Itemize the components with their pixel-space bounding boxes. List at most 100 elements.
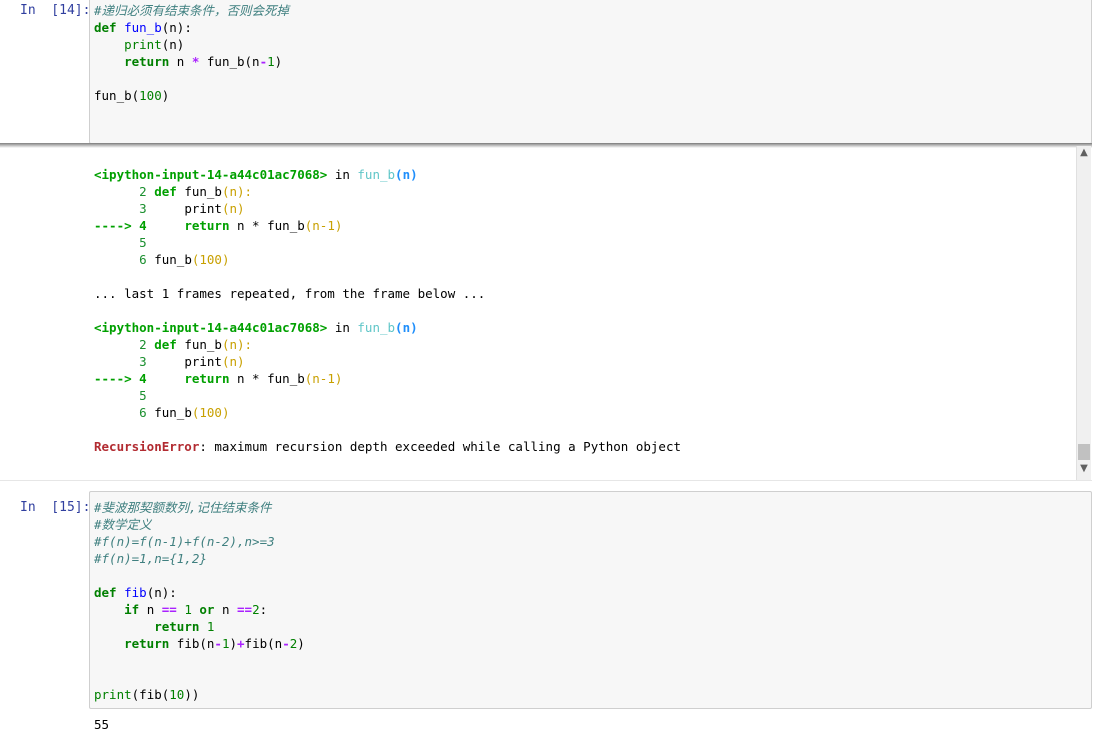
line-code: n * fun_b: [229, 371, 305, 386]
operator-minus: -: [259, 54, 268, 69]
line-keyword: def: [154, 337, 177, 352]
code-line-comment: #递归必须有结束条件，否则会死掉: [94, 2, 289, 19]
code-line-comment3: #f(n)=f(n-1)+f(n-2),n>=3: [94, 533, 275, 550]
line-number-arrow: ----> 4: [94, 218, 147, 233]
code-line-comment4: #f(n)=1,n={1,2}: [94, 550, 207, 567]
def-args: (n):: [146, 585, 177, 600]
return-close: ): [274, 54, 283, 69]
code-line-comment2: #数学定义: [94, 516, 152, 533]
traceback-args: (n): [395, 320, 418, 335]
function-name: fib: [124, 585, 147, 600]
traceback-line: 2 def fun_b(n):: [94, 336, 252, 353]
operator-eq: ==: [237, 602, 253, 617]
traceback-in: in: [327, 320, 358, 335]
line-paren: (n): [221, 354, 245, 369]
fib-call2: fib(n: [244, 636, 283, 651]
scroll-thumb[interactable]: [1078, 444, 1090, 460]
line-number: 2: [94, 337, 147, 352]
return-number: 1: [199, 619, 215, 634]
line-paren: (n-1): [304, 371, 343, 386]
line-paren: (n):: [221, 337, 253, 352]
line-number: 5: [94, 388, 147, 403]
code-line-comment1: #斐波那契额数列,记住结束条件: [94, 499, 272, 516]
code-line-return2: return fib(n-1)+fib(n-2): [94, 635, 305, 652]
code-line-def: def fib(n):: [94, 584, 177, 601]
cell-prompt-15: In [15]:: [20, 500, 91, 515]
cell-prompt-14: In [14]:: [20, 3, 91, 18]
traceback-header: <ipython-input-14-a44c01ac7068> in fun_b…: [94, 166, 418, 183]
code-line-return: return n * fun_b(n-1): [94, 53, 282, 70]
if-n: n: [139, 602, 162, 617]
operator-minus: -: [282, 636, 290, 651]
output-scrollbar[interactable]: ▲ ▼: [1076, 146, 1091, 480]
line-paren: (100): [191, 405, 230, 420]
keyword-def: def: [94, 20, 117, 35]
operator-plus: +: [237, 636, 245, 651]
return-n: n: [169, 54, 192, 69]
traceback-line: 5: [94, 387, 147, 404]
operator-eq: ==: [161, 602, 177, 617]
line-number: 3: [94, 201, 147, 216]
line-paren: (n):: [221, 184, 253, 199]
line-code: print: [146, 354, 222, 369]
line-keyword: def: [154, 184, 177, 199]
code-line-print: print(n): [94, 36, 184, 53]
error-message: RecursionError: maximum recursion depth …: [94, 438, 681, 455]
code-cell-14[interactable]: #递归必须有结束条件，否则会死掉 def fun_b(n): print(n) …: [89, 0, 1092, 144]
scroll-down-icon[interactable]: ▼: [1077, 462, 1091, 476]
number-one: 1: [267, 54, 275, 69]
line-paren: (n): [221, 201, 245, 216]
keyword-def: def: [94, 585, 117, 600]
close1: ): [229, 636, 238, 651]
traceback-line-current: ----> 4 return n * fun_b(n-1): [94, 370, 342, 387]
code-line-if: if n == 1 or n ==2:: [94, 601, 267, 618]
function-name: fun_b: [124, 20, 162, 35]
print-number: 10: [169, 687, 185, 702]
traceback-line: 3 print(n): [94, 353, 245, 370]
keyword-return: return: [124, 54, 170, 69]
comment-text: #斐波那契额数列,记住结束条件: [94, 500, 272, 515]
traceback-file: <ipython-input-14-a44c01ac7068>: [94, 167, 328, 182]
line-code: fun_b: [146, 252, 192, 267]
keyword-return: return: [154, 619, 200, 634]
repeat-note: ... last 1 frames repeated, from the fra…: [94, 286, 486, 301]
line-paren: (100): [191, 252, 230, 267]
traceback-in: in: [327, 167, 358, 182]
code-line-print: print(fib(10)): [94, 686, 199, 703]
scroll-up-icon[interactable]: ▲: [1077, 146, 1091, 160]
print-open: (fib(: [131, 687, 170, 702]
output-bottom-border: [0, 480, 1092, 481]
code-line-call: fun_b(100): [94, 87, 169, 104]
traceback-line: 5: [94, 234, 147, 251]
fib-call1: fib(n: [169, 636, 215, 651]
call-arg: 100: [139, 88, 162, 103]
traceback-header: <ipython-input-14-a44c01ac7068> in fun_b…: [94, 319, 418, 336]
code-line-return1: return 1: [94, 618, 214, 635]
traceback-line: 6 fun_b(100): [94, 404, 229, 421]
keyword-or: or: [199, 602, 215, 617]
traceback-line-current: ----> 4 return n * fun_b(n-1): [94, 217, 342, 234]
error-text: : maximum recursion depth exceeded while…: [199, 439, 681, 454]
cell-output-15: 55: [94, 717, 110, 732]
call-name: fun_b(: [94, 88, 140, 103]
close2: ): [297, 636, 305, 651]
output-area-14[interactable]: <ipython-input-14-a44c01ac7068> in fun_b…: [0, 146, 1076, 480]
line-code: fun_b: [176, 337, 222, 352]
line-number: 6: [94, 252, 147, 267]
line-number: 3: [94, 354, 147, 369]
builtin-print: print: [94, 687, 132, 702]
call-close: ): [161, 88, 170, 103]
comment-text: #f(n)=f(n-1)+f(n-2),n>=3: [94, 534, 275, 549]
traceback-line: 3 print(n): [94, 200, 245, 217]
if-colon: :: [259, 602, 268, 617]
line-number: 6: [94, 405, 147, 420]
code-cell-15[interactable]: #斐波那契额数列,记住结束条件 #数学定义 #f(n)=f(n-1)+f(n-2…: [89, 491, 1092, 709]
line-number-arrow: ----> 4: [94, 371, 147, 386]
traceback-line: 2 def fun_b(n):: [94, 183, 252, 200]
line-paren: (n-1): [304, 218, 343, 233]
traceback-fn: fun_b: [357, 167, 396, 182]
traceback-line: 6 fun_b(100): [94, 251, 229, 268]
builtin-print: print: [124, 37, 162, 52]
operator-minus: -: [214, 636, 222, 651]
if-n2: n: [214, 602, 238, 617]
